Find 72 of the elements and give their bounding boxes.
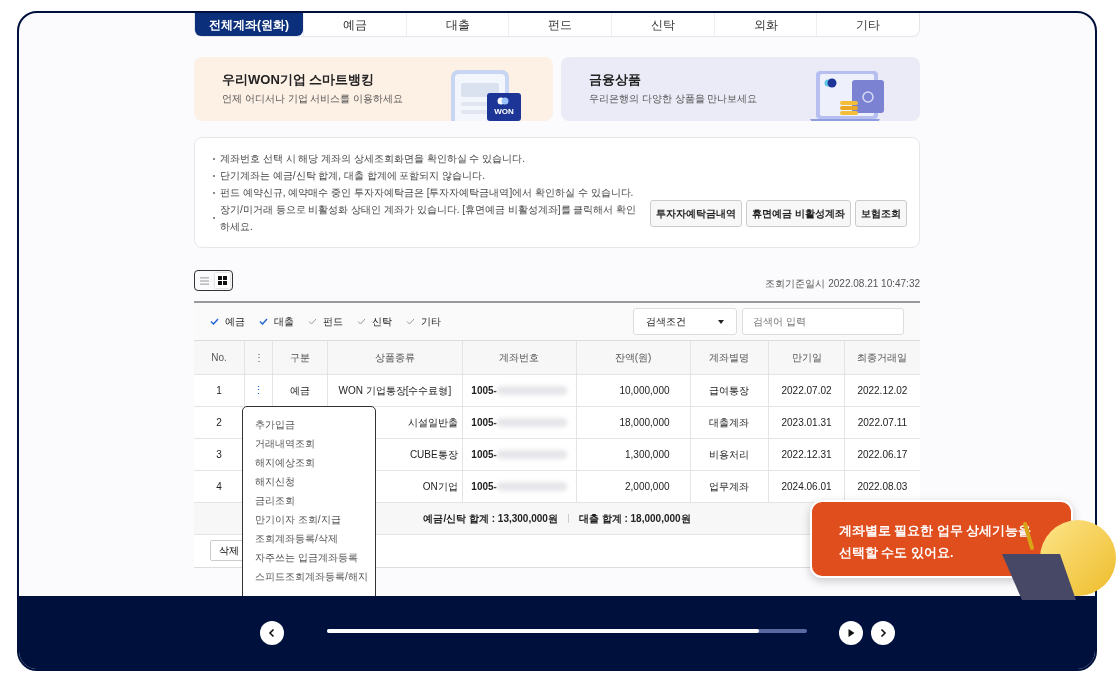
filter-checkbox[interactable]: 기타 <box>406 314 441 329</box>
notice-button[interactable]: 휴면예금 비활성계좌 <box>746 200 851 227</box>
promo-title: 금융상품 <box>589 71 642 88</box>
menu-item[interactable]: 만기이자 조회/지급 <box>243 510 375 529</box>
promo-title: 우리WON기업 스마트뱅킹 <box>222 71 376 88</box>
play-button[interactable] <box>839 620 863 645</box>
column-header: 구분 <box>272 341 328 374</box>
account-number[interactable]: 1005- <box>471 448 497 460</box>
total-text: 대출 합계 : 18,000,000원 <box>578 512 691 524</box>
tab[interactable]: 펀드 <box>508 13 611 36</box>
tab[interactable]: 예금 <box>303 13 406 36</box>
filter-checkbox[interactable]: 예금 <box>210 314 245 329</box>
tab[interactable]: 기타 <box>816 13 920 36</box>
play-icon <box>846 627 856 638</box>
table-cell: 18,000,000 <box>576 406 691 438</box>
filter-checkbox[interactable]: 대출 <box>259 314 294 329</box>
notice-text: 장기/미거래 등으로 비활성화 상태인 계좌가 있습니다. [휴면예금 비활성계좌]를 클릭해서 확인하세요. <box>220 203 638 234</box>
redacted-text <box>496 482 567 492</box>
notice-button[interactable]: 투자자예탁금내역 <box>650 200 743 227</box>
view-option[interactable] <box>214 273 230 288</box>
table-cell: 2022.12.31 <box>768 438 845 470</box>
promo-card[interactable]: 금융상품 우리은행의 다양한 상품을 만나보세요 <box>561 57 920 121</box>
grid-icon <box>217 276 227 285</box>
table-cell: 급여통장 <box>690 374 769 406</box>
table-cell: 10,000,000 <box>576 374 691 406</box>
list-icon <box>200 276 210 285</box>
notice-button[interactable]: 보험조회 <box>855 200 907 227</box>
table-cell: 대출계좌 <box>690 406 769 438</box>
table-cell: 2,000,000 <box>576 470 691 502</box>
column-header: ⋮ <box>244 341 273 374</box>
promo-card[interactable]: 우리WON기업 스마트뱅킹 언제 어디서나 기업 서비스를 이용하세요 WON <box>194 57 553 121</box>
chevron-left-icon <box>267 627 277 638</box>
table-cell: 2022.07.02 <box>768 374 845 406</box>
column-header: 잔액(원) <box>576 341 691 374</box>
previous-button[interactable] <box>260 620 284 645</box>
next-button[interactable] <box>871 620 895 645</box>
column-header: 만기일 <box>768 341 845 374</box>
redacted-text <box>496 450 567 460</box>
filter-checkbox[interactable]: 신탁 <box>357 314 392 329</box>
filter-checkbox[interactable]: 펀드 <box>308 314 343 329</box>
search-condition-select[interactable]: 검색조건 <box>633 308 737 335</box>
notice-text: 단기계좌는 예금/신탁 합계, 대출 합계에 포함되지 않습니다. <box>220 169 485 183</box>
chevron-right-icon <box>878 627 888 638</box>
account-number[interactable]: 1005- <box>471 480 497 492</box>
badge-label: WON <box>493 107 515 117</box>
table-cell: 업무계좌 <box>690 470 769 502</box>
column-header: 최종거래일 <box>844 341 920 374</box>
menu-item[interactable]: 스피드조회계좌등록/해지 <box>243 567 375 586</box>
account-number[interactable]: 1005- <box>471 384 497 396</box>
redacted-text <box>496 418 567 428</box>
column-header: 상품종류 <box>327 341 463 374</box>
tab[interactable]: 외화 <box>713 13 817 36</box>
account-number[interactable]: 1005- <box>471 416 497 428</box>
notice-text: 계좌번호 선택 시 해당 계좌의 상세조회화면을 확인하실 수 있습니다. <box>220 152 525 166</box>
column-header: No. <box>194 341 245 374</box>
redacted-text <box>496 386 567 396</box>
notice-text: 펀드 예약신규, 예약매수 중인 투자자예탁금은 [투자자예탁금내역]에서 확인하실 수 있습니다. <box>220 186 634 200</box>
tab[interactable]: 전체계좌(원화) <box>195 13 303 36</box>
timestamp: 조회기준일시 2022.08.21 10:47:32 <box>765 277 920 291</box>
table-cell: 비용처리 <box>690 438 769 470</box>
tab[interactable]: 대출 <box>405 13 509 36</box>
table-cell: 1 <box>194 374 245 406</box>
column-header: 계좌번호 <box>462 341 577 374</box>
table-cell: 1,300,000 <box>576 438 691 470</box>
total-text: 예금/신탁 합계 : 13,300,000원 <box>423 512 558 524</box>
table-cell: 2023.01.31 <box>768 406 845 438</box>
column-header: 계좌별명 <box>690 341 769 374</box>
promo-subtitle: 우리은행의 다양한 상품을 만나보세요 <box>589 92 758 107</box>
tab[interactable]: 신탁 <box>611 13 714 36</box>
search-field[interactable]: 검색어 입력 <box>742 308 904 335</box>
promo-subtitle: 언제 어디서나 기업 서비스를 이용하세요 <box>222 92 404 107</box>
caret-icon <box>718 319 724 324</box>
